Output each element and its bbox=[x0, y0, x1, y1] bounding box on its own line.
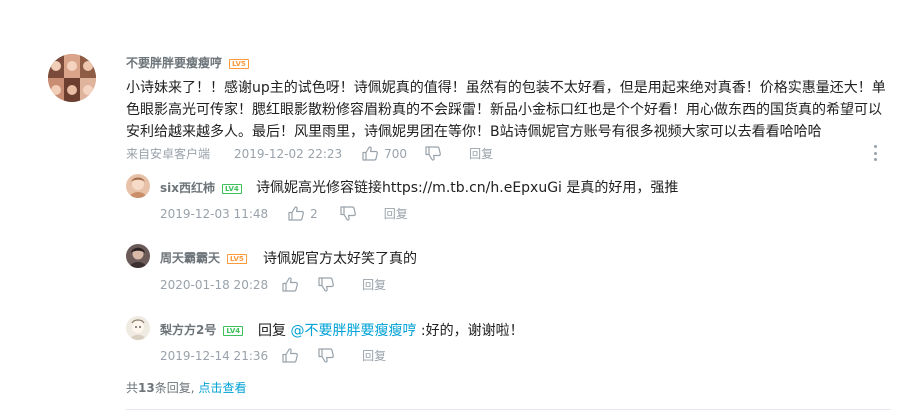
reply-suffix: :好的，谢谢啦！ bbox=[416, 323, 524, 339]
reply-button[interactable]: 回复 bbox=[362, 276, 386, 293]
reply-info: 2019-12-03 11:48 2 回复 bbox=[160, 205, 408, 222]
level-badge: LV4 bbox=[223, 325, 244, 336]
thumbs-down-icon bbox=[425, 146, 441, 161]
reply-button[interactable]: 回复 bbox=[362, 347, 386, 364]
reply-button[interactable]: 回复 bbox=[384, 205, 408, 222]
like-count: 2 bbox=[310, 206, 318, 221]
total-prefix: 共 bbox=[126, 381, 139, 395]
username[interactable]: 不要胖胖要瘦瘦哼 LV5 bbox=[126, 54, 249, 71]
username-text[interactable]: 梨方方2号 bbox=[160, 323, 216, 337]
thumbs-up-icon bbox=[288, 206, 305, 221]
reply-time: 2019-12-14 21:36 bbox=[160, 348, 269, 363]
avatar[interactable] bbox=[126, 174, 150, 198]
reply-text: 诗佩妮高光修容链接https://m.tb.cn/h.eEpxuGi 是真的好用… bbox=[256, 180, 679, 196]
dislike-button[interactable] bbox=[318, 277, 335, 292]
reply-prefix: 回复 bbox=[258, 323, 291, 339]
more-options-icon[interactable] bbox=[870, 145, 880, 161]
dislike-button[interactable] bbox=[340, 206, 356, 221]
reply-time: 2020-01-18 20:28 bbox=[160, 277, 269, 292]
level-badge: LV5 bbox=[227, 253, 247, 264]
view-all-link[interactable]: 点击查看 bbox=[199, 381, 247, 395]
reply-time: 2019-12-03 11:48 bbox=[160, 206, 269, 221]
level-badge: LV4 bbox=[222, 183, 242, 194]
divider bbox=[126, 409, 891, 410]
like-button[interactable] bbox=[282, 348, 299, 363]
username[interactable]: 周天霸霸天 LV5 bbox=[160, 249, 247, 266]
thumbs-up-icon bbox=[362, 146, 379, 161]
like-button[interactable] bbox=[362, 146, 379, 161]
comment-time: 2019-12-02 22:23 bbox=[234, 146, 343, 161]
thumbs-up-icon bbox=[282, 277, 299, 292]
reply-info: 2019-12-14 21:36 回复 bbox=[160, 347, 386, 364]
total-count: 13 bbox=[138, 381, 155, 395]
thumbs-up-icon bbox=[282, 348, 299, 363]
avatar[interactable] bbox=[48, 54, 96, 102]
username-text[interactable]: 不要胖胖要瘦瘦哼 bbox=[126, 56, 222, 70]
dislike-button[interactable] bbox=[425, 146, 441, 161]
username-text[interactable]: 周天霸霸天 bbox=[160, 251, 220, 265]
like-button[interactable] bbox=[288, 206, 305, 221]
like-button[interactable] bbox=[282, 277, 299, 292]
reply-text: 诗佩妮官方太好笑了真的 bbox=[263, 251, 417, 267]
username-text[interactable]: six西红柿 bbox=[160, 181, 215, 195]
thumbs-down-icon bbox=[318, 277, 335, 292]
level-badge: LV5 bbox=[229, 58, 249, 69]
comment-info: 来自安卓客户端 2019-12-02 22:23 700 回复 bbox=[126, 145, 493, 162]
reply-text: 回复 @不要胖胖要瘦瘦哼 :好的，谢谢啦！ bbox=[258, 320, 524, 340]
reply-info: 2020-01-18 20:28 回复 bbox=[160, 276, 386, 293]
reply-total: 共13条回复, 点击查看 bbox=[126, 379, 247, 396]
reply-button[interactable]: 回复 bbox=[469, 145, 493, 162]
total-suffix: 条回复, bbox=[154, 381, 195, 395]
thumbs-down-icon bbox=[318, 348, 335, 363]
avatar[interactable] bbox=[126, 316, 150, 340]
thumbs-down-icon bbox=[340, 206, 356, 221]
comment-source: 来自安卓客户端 bbox=[126, 147, 211, 161]
mention-link[interactable]: @不要胖胖要瘦瘦哼 bbox=[290, 323, 416, 339]
like-count: 700 bbox=[384, 146, 408, 161]
username[interactable]: six西红柿 LV4 bbox=[160, 179, 242, 196]
dislike-button[interactable] bbox=[318, 348, 335, 363]
username[interactable]: 梨方方2号 LV4 bbox=[160, 321, 244, 338]
avatar[interactable] bbox=[126, 244, 150, 268]
comment-text: 小诗妹来了！！感谢up主的试色呀！诗佩妮真的值得！虽然有的包装不太好看，但是用起… bbox=[126, 80, 886, 140]
